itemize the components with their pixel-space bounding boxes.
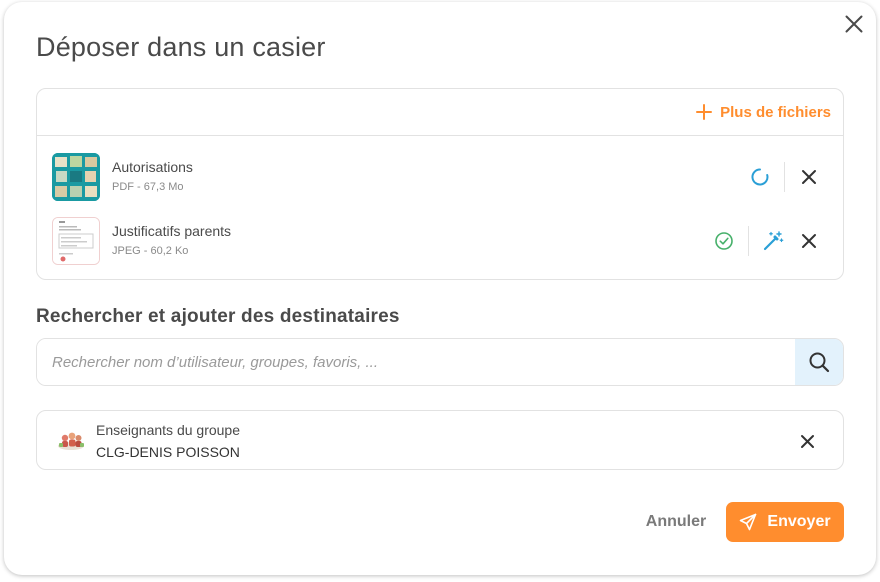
dialog-title: Déposer dans un casier <box>36 32 326 62</box>
send-button[interactable]: Envoyer <box>726 502 844 542</box>
recipient-group-label: Enseignants du groupe <box>96 422 240 438</box>
search-icon <box>809 352 830 373</box>
close-icon <box>802 234 816 248</box>
file-actions <box>742 152 843 202</box>
edit-file-button[interactable] <box>755 223 791 259</box>
check-circle-icon <box>715 232 733 250</box>
add-more-files-label: Plus de fichiers <box>720 103 831 121</box>
file-thumbnail <box>52 217 100 265</box>
file-list-header: Plus de fichiers <box>37 89 843 136</box>
close-icon <box>800 434 814 448</box>
recipient-group-name: CLG-DENIS POISSON <box>96 444 240 460</box>
divider <box>748 226 749 256</box>
add-more-files-button[interactable]: Plus de fichiers <box>696 104 831 121</box>
send-button-label: Envoyer <box>767 513 831 530</box>
file-actions <box>706 216 843 266</box>
close-icon <box>802 170 816 184</box>
remove-recipient-button[interactable] <box>795 429 819 453</box>
cancel-button[interactable]: Annuler <box>632 507 720 537</box>
recipient-chip: Enseignants du groupe CLG-DENIS POISSON <box>36 410 844 470</box>
dialog: Déposer dans un casier Plus de fichiers <box>4 2 876 575</box>
recipient-search <box>36 338 844 386</box>
divider <box>784 162 785 192</box>
remove-file-button[interactable] <box>791 159 827 195</box>
plus-icon <box>696 104 713 120</box>
file-name: Autorisations <box>112 159 193 175</box>
send-icon <box>740 513 757 531</box>
close-icon <box>845 15 863 33</box>
group-avatar <box>57 429 85 451</box>
file-list: Plus de fichiers Autorisations PDF - 67,… <box>36 88 844 280</box>
recipient-search-input[interactable] <box>37 339 795 385</box>
remove-file-button[interactable] <box>791 223 827 259</box>
loading-spinner-icon <box>751 168 769 186</box>
file-item: Autorisations PDF - 67,3 Mo <box>37 152 843 202</box>
file-meta: JPEG - 60,2 Ko <box>112 245 189 257</box>
file-item: Justificatifs parents JPEG - 60,2 Ko <box>37 216 843 266</box>
file-name: Justificatifs parents <box>112 223 232 239</box>
file-thumbnail <box>52 153 100 201</box>
close-dialog-button[interactable] <box>842 12 866 36</box>
upload-status <box>706 223 742 259</box>
group-icon <box>58 432 84 450</box>
magic-wand-icon <box>763 231 784 251</box>
upload-status <box>742 159 778 195</box>
search-button[interactable] <box>795 339 843 385</box>
file-meta: PDF - 67,3 Mo <box>112 181 184 193</box>
recipients-section-title: Rechercher et ajouter des destinataires <box>36 306 400 327</box>
